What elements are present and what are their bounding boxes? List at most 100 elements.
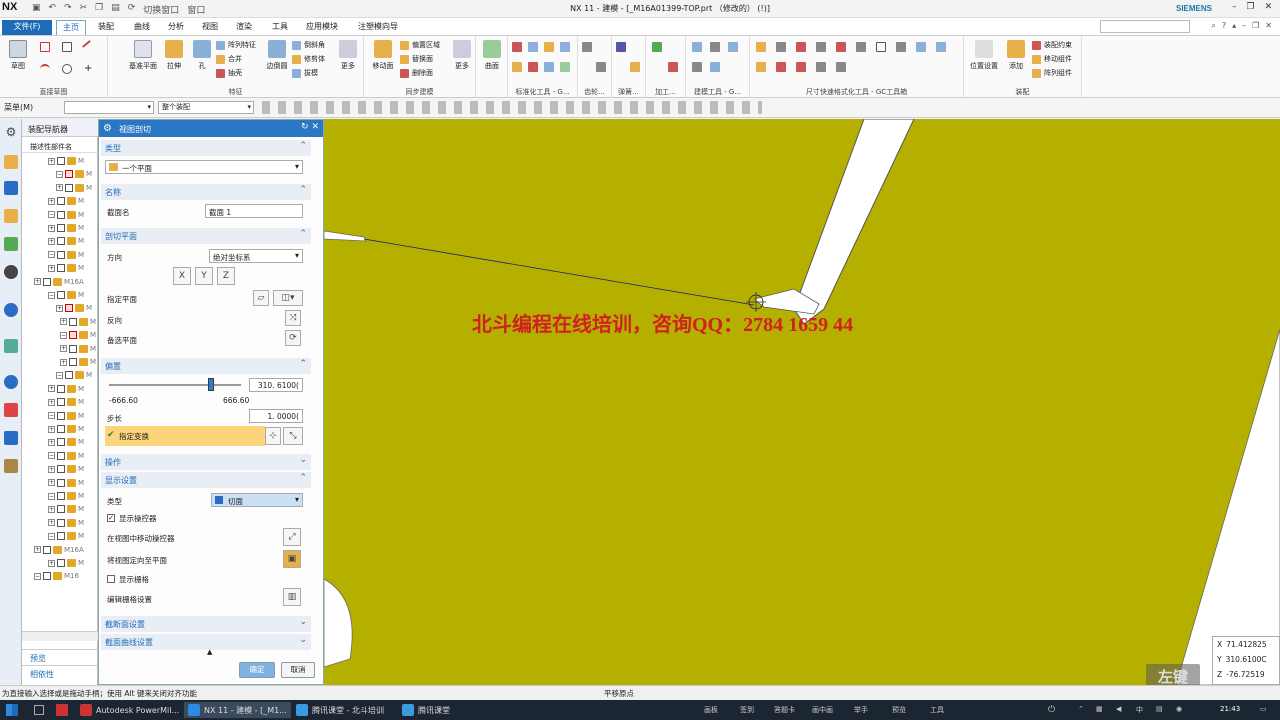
cut-icon[interactable]: ✂ (80, 3, 88, 16)
dim-tool-6-icon[interactable] (856, 42, 866, 52)
pattern-feature-button[interactable]: 阵列特征 (216, 40, 256, 50)
taskbar-nx[interactable]: NX 11 - 建模 - [_M1... (184, 702, 291, 718)
dim-tool-9-icon[interactable] (916, 42, 926, 52)
z-value[interactable]: -76.72519 (1226, 670, 1265, 679)
notification-icon[interactable]: ▭ (1260, 705, 1267, 713)
expand-toggle-icon[interactable]: + (48, 385, 55, 393)
ok-button[interactable]: 确定 (239, 662, 275, 678)
snap-toolbar-icons[interactable] (262, 101, 762, 114)
close-icon[interactable]: ✕ (1265, 2, 1273, 12)
trim-body-button[interactable]: 修剪体 (292, 54, 325, 64)
tray-preview[interactable]: 预览 (892, 705, 906, 715)
section-offset[interactable]: 偏置 ⌃ (101, 358, 311, 374)
visibility-checkbox[interactable] (69, 317, 77, 326)
tree-row[interactable]: − M (48, 450, 84, 462)
visibility-checkbox[interactable] (69, 331, 77, 340)
visibility-checkbox[interactable] (69, 358, 77, 366)
dim-tool-2-icon[interactable] (776, 42, 786, 52)
tray-picture-in-picture[interactable]: 画中画 (812, 705, 833, 715)
x-value[interactable]: 71.412825 (1226, 640, 1267, 649)
tree-row[interactable]: + M (48, 235, 84, 247)
visibility-checkbox[interactable] (43, 572, 51, 581)
tree-row[interactable]: + M (48, 383, 84, 395)
visibility-checkbox[interactable] (57, 291, 65, 299)
visibility-checkbox[interactable] (57, 237, 65, 246)
taskbar-tencent-class-1[interactable]: 腾讯课堂 - 北斗培训 (292, 702, 388, 718)
expand-toggle-icon[interactable]: + (48, 505, 55, 513)
visibility-checkbox[interactable] (57, 505, 65, 514)
expand-toggle-icon[interactable]: + (60, 318, 67, 326)
gear-2-icon[interactable] (596, 62, 606, 72)
add-component-button[interactable]: 添加 (1002, 40, 1030, 71)
plane-type-dropdown[interactable]: ◫▾ (273, 290, 303, 306)
navigator-hscroll[interactable] (22, 631, 98, 641)
expand-toggle-icon[interactable]: + (48, 519, 55, 527)
delete-face-button[interactable]: 删除面 (400, 68, 433, 78)
switch-window-label[interactable]: 切换窗口 (143, 3, 179, 16)
unite-button[interactable]: 合并 (216, 54, 242, 64)
section-curve-settings[interactable]: 截面曲线设置 ⌄ (101, 634, 311, 650)
visibility-checkbox[interactable] (57, 518, 65, 527)
arc-icon[interactable] (40, 64, 50, 74)
dim-tool-7-icon[interactable] (876, 42, 886, 52)
search-icon[interactable]: ⌕ (1211, 21, 1215, 31)
hole-button[interactable]: 孔 (188, 40, 216, 71)
std-tool-2-icon[interactable] (528, 42, 538, 52)
tray-check-in[interactable]: 签到 (740, 705, 754, 715)
minimize-icon[interactable]: – (1232, 2, 1237, 12)
tree-row[interactable]: + M (56, 302, 92, 314)
line-icon[interactable] (81, 39, 97, 55)
expand-toggle-icon[interactable]: − (56, 371, 63, 379)
repeat-icon[interactable]: ⟳ (128, 3, 136, 16)
draft-button[interactable]: 拔模 (292, 68, 318, 78)
taskbar-powermill[interactable]: Autodesk PowerMil... (76, 702, 183, 718)
tab-tools[interactable]: 工具 (266, 20, 294, 35)
doc-close-icon[interactable]: ✕ (1265, 21, 1272, 31)
direction-select[interactable]: 绝对坐标系 (209, 249, 303, 263)
tree-row[interactable]: − M (48, 530, 84, 542)
std-tool-1-icon[interactable] (512, 42, 522, 52)
tray-drawing-board[interactable]: 画板 (704, 705, 718, 715)
tab-mold-wizard[interactable]: 注塑模向导 (352, 20, 404, 35)
section-name[interactable]: 名称 ⌃ (101, 184, 311, 200)
point-icon[interactable]: + (84, 64, 94, 74)
dim-tool-3-icon[interactable] (796, 42, 806, 52)
doc-minimize-icon[interactable]: – (1242, 21, 1246, 31)
start-icon[interactable] (6, 704, 18, 716)
chamfer-button[interactable]: 倒斜角 (292, 40, 325, 50)
tree-row[interactable]: + M (60, 316, 96, 328)
tree-row[interactable]: + M (60, 343, 96, 355)
minimize-ribbon-icon[interactable]: ▴ (1232, 21, 1236, 31)
gear-icon[interactable] (582, 42, 592, 52)
visibility-checkbox[interactable] (57, 197, 65, 206)
expand-toggle-icon[interactable]: + (48, 398, 55, 406)
tree-row[interactable]: + M (48, 503, 84, 515)
tab-curve[interactable]: 曲线 (128, 20, 156, 35)
taskbar-tencent-class-2[interactable]: 腾讯课堂 (398, 702, 454, 718)
machining-2-icon[interactable] (668, 62, 678, 72)
navigator-dependency-panel[interactable]: 相依性 (22, 665, 98, 681)
web-browser-icon[interactable] (4, 339, 18, 353)
tree-row[interactable]: + M16A (34, 544, 84, 556)
info-icon[interactable] (4, 303, 18, 317)
redo-icon[interactable]: ↷ (64, 3, 72, 16)
copy-icon[interactable]: ❐ (95, 3, 103, 16)
roles-icon[interactable] (4, 459, 18, 473)
selection-scope-select[interactable]: 整个装配 (158, 101, 254, 114)
dim-tool-13-icon[interactable] (796, 62, 806, 72)
eye-icon[interactable] (4, 265, 18, 279)
more-feature-button[interactable]: 更多 (334, 40, 362, 71)
visibility-checkbox[interactable] (57, 224, 65, 232)
file-explorer-icon[interactable] (34, 705, 44, 715)
process-studio-icon[interactable] (4, 431, 18, 445)
more-options-icon[interactable]: ▲ (207, 648, 212, 656)
history-icon[interactable] (4, 375, 18, 389)
app-pinned-icon[interactable] (56, 704, 68, 716)
visibility-checkbox[interactable] (65, 183, 73, 192)
std-tool-6-icon[interactable] (528, 62, 538, 72)
sketch-button[interactable]: 草图 (4, 40, 32, 71)
reuse-library-icon[interactable] (4, 237, 18, 251)
tree-row[interactable]: − M (48, 249, 84, 261)
expand-toggle-icon[interactable]: − (48, 291, 55, 299)
expand-toggle-icon[interactable]: − (48, 211, 55, 219)
